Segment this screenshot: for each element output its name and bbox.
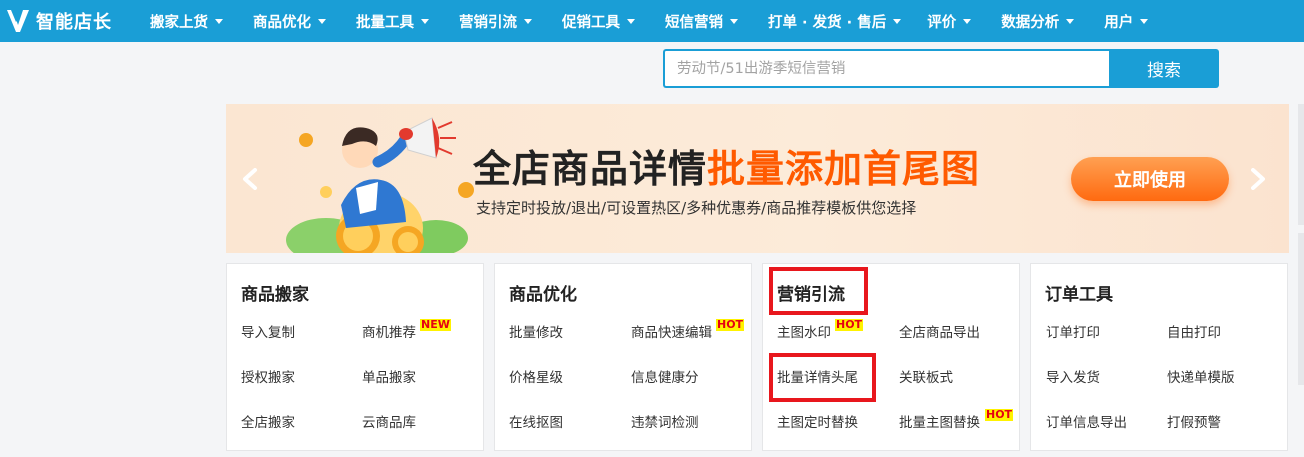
nav-item-data-analysis[interactable]: 数据分析: [1001, 0, 1075, 42]
nav-item-label: 批量工具: [356, 14, 414, 31]
card-title: 商品优化: [509, 285, 577, 305]
hot-badge: HOT: [835, 318, 864, 331]
nav-item-label: 评价: [927, 14, 957, 31]
tool-card-order-tools: 订单工具 订单打印 自由打印 导入发货 快递单模版 订单信息导出 打假预警: [1030, 263, 1288, 451]
tool-link[interactable]: 打假预警: [1167, 411, 1221, 431]
chevron-down-icon: [1066, 18, 1075, 24]
promo-illustration: [286, 117, 474, 253]
top-nav-bar: 智能店长 搬家上货 商品优化 批量工具 营销引流 促销工具 短信营销 打单 · …: [0, 0, 1304, 42]
brand-logo-icon: [7, 10, 29, 32]
nav-item-product-optimize[interactable]: 商品优化: [253, 0, 326, 42]
chevron-down-icon: [893, 18, 902, 24]
tool-link[interactable]: 订单打印: [1046, 321, 1100, 341]
tool-link[interactable]: 违禁词检测: [631, 411, 699, 431]
tool-card-product-move: 商品搬家 导入复制 商机推荐 NEW 授权搬家 单品搬家 全店搬家 云商品库: [226, 263, 484, 451]
tool-link[interactable]: 主图水印: [777, 321, 831, 341]
chevron-down-icon: [215, 18, 223, 24]
tool-link[interactable]: 导入发货: [1046, 366, 1100, 386]
search-bar: 搜索: [663, 49, 1219, 88]
nav-menu: 搬家上货 商品优化 批量工具 营销引流 促销工具 短信营销 打单 · 发货 · …: [138, 0, 1149, 42]
tool-link[interactable]: 商机推荐: [362, 321, 416, 341]
nav-item-orders-shipping[interactable]: 打单 · 发货 · 售后: [768, 0, 902, 42]
highlight-box: [769, 267, 868, 315]
tool-link[interactable]: 在线抠图: [509, 411, 563, 431]
chevron-down-icon: [421, 18, 429, 24]
tool-link[interactable]: 快递单模版: [1167, 366, 1235, 386]
tool-card-product-optimize: 商品优化 批量修改 商品快速编辑 HOT 价格星级 信息健康分 在线抠图 违禁词…: [494, 263, 752, 451]
nav-item-sms-marketing[interactable]: 短信营销: [665, 0, 738, 42]
nav-item-reviews[interactable]: 评价: [927, 0, 972, 42]
tool-link[interactable]: 批量修改: [509, 321, 563, 341]
chevron-down-icon: [963, 18, 972, 24]
chevron-down-icon: [730, 18, 738, 24]
tool-link[interactable]: 价格星级: [509, 366, 563, 386]
banner-subtitle: 支持定时投放/退出/可设置热区/多种优惠券/商品推荐模板供您选择: [476, 199, 917, 217]
tool-link[interactable]: 全店商品导出: [899, 321, 980, 341]
side-panel-edge: [1298, 104, 1304, 225]
nav-item-user[interactable]: 用户: [1104, 0, 1149, 42]
new-badge: NEW: [420, 318, 451, 331]
tool-link[interactable]: 信息健康分: [631, 366, 699, 386]
nav-item-label: 打单 · 发货 · 售后: [768, 14, 887, 31]
banner-title: 全店商品详情批量添加首尾图: [473, 138, 980, 193]
nav-item-promo-tools[interactable]: 促销工具: [562, 0, 635, 42]
card-title: 订单工具: [1045, 285, 1113, 305]
nav-item-label: 用户: [1104, 14, 1134, 31]
chevron-down-icon: [524, 18, 532, 24]
nav-item-label: 短信营销: [665, 14, 723, 31]
chevron-right-icon[interactable]: [1246, 168, 1268, 190]
tool-link[interactable]: 导入复制: [241, 321, 295, 341]
brand-name: 智能店长: [36, 12, 112, 33]
nav-item-move-products[interactable]: 搬家上货: [150, 0, 223, 42]
tool-link[interactable]: 全店搬家: [241, 411, 295, 431]
search-button[interactable]: 搜索: [1109, 49, 1219, 88]
nav-item-label: 促销工具: [562, 14, 620, 31]
nav-item-label: 数据分析: [1001, 14, 1060, 31]
promo-banner[interactable]: 全店商品详情批量添加首尾图 支持定时投放/退出/可设置热区/多种优惠券/商品推荐…: [226, 104, 1289, 253]
chevron-down-icon: [318, 18, 326, 24]
hot-badge: HOT: [716, 318, 745, 331]
tool-link[interactable]: 云商品库: [362, 411, 416, 431]
nav-item-marketing[interactable]: 营销引流: [459, 0, 532, 42]
highlight-box: [769, 353, 876, 402]
nav-item-label: 营销引流: [459, 14, 517, 31]
tool-card-marketing: 营销引流 主图水印 HOT 全店商品导出 批量详情头尾 关联板式 主图定时替换 …: [762, 263, 1020, 451]
tool-link[interactable]: 自由打印: [1167, 321, 1221, 341]
side-panel-edge: [1298, 233, 1304, 385]
tool-link[interactable]: 订单信息导出: [1046, 411, 1127, 431]
chevron-down-icon: [627, 18, 635, 24]
chevron-left-icon[interactable]: [240, 168, 262, 190]
card-title: 商品搬家: [241, 285, 309, 305]
hot-badge: HOT: [985, 408, 1014, 421]
tool-link[interactable]: 单品搬家: [362, 366, 416, 386]
tool-link[interactable]: 授权搬家: [241, 366, 295, 386]
tool-link[interactable]: 主图定时替换: [777, 411, 858, 431]
search-input[interactable]: [663, 49, 1109, 88]
banner-title-main: 全店商品详情: [473, 147, 708, 191]
banner-title-highlight: 批量添加首尾图: [707, 147, 981, 191]
brand-logo[interactable]: 智能店长: [6, 8, 138, 34]
chevron-down-icon: [1140, 18, 1149, 24]
use-now-button[interactable]: 立即使用: [1071, 157, 1229, 201]
tool-link[interactable]: 关联板式: [899, 366, 953, 386]
nav-item-batch-tools[interactable]: 批量工具: [356, 0, 429, 42]
nav-item-label: 商品优化: [253, 14, 311, 31]
tool-link[interactable]: 批量主图替换: [899, 411, 980, 431]
tool-link[interactable]: 商品快速编辑: [631, 321, 712, 341]
nav-item-label: 搬家上货: [150, 14, 208, 31]
